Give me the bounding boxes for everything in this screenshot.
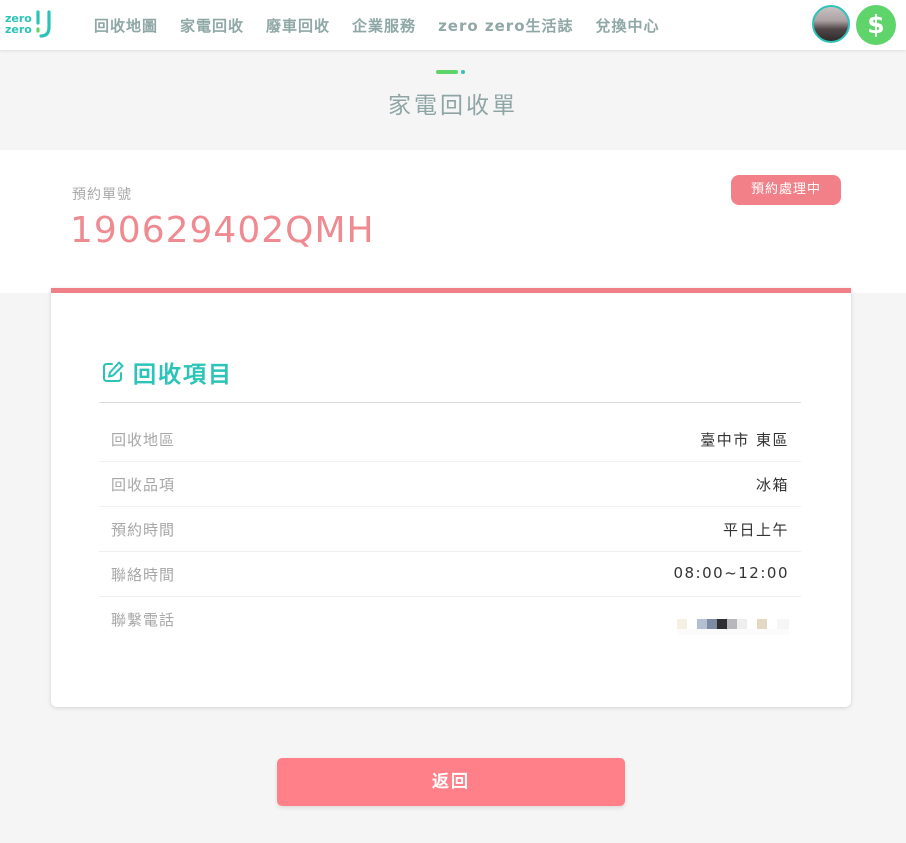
nav-car-recycle[interactable]: 廢車回收 (266, 15, 330, 37)
edit-icon (103, 361, 124, 382)
logo-mark-icon (36, 10, 51, 38)
region-label: 回收地區 (111, 431, 176, 449)
appointment-time-value: 平日上午 (722, 521, 789, 539)
page-title: 家電回收單 (388, 93, 518, 119)
detail-row-contact-time: 聯絡時間 08:00~12:00 (99, 552, 801, 597)
appointment-time-label: 預約時間 (111, 521, 176, 539)
item-value: 冰箱 (755, 476, 789, 494)
phone-label: 聯繫電話 (111, 611, 176, 629)
nav-lifestyle-magazine[interactable]: zero zero生活誌 (438, 15, 573, 37)
top-navbar: zero zero 回收地圖 家電回收 廢車回收 企業服務 zero zero生… (0, 0, 906, 50)
item-label: 回收品項 (111, 476, 176, 494)
section-title: 回收項目 (133, 362, 233, 388)
detail-row-phone: 聯繫電話 (99, 597, 801, 642)
order-number-label: 預約單號 (72, 187, 132, 203)
nav-exchange-center[interactable]: 兌換中心 (596, 15, 660, 37)
user-avatar[interactable] (812, 5, 850, 43)
back-button[interactable]: 返回 (277, 758, 625, 806)
recycle-details-card: 回收項目 回收地區 臺中市 東區 回收品項 冰箱 預約時間 平日上午 聯絡時間 … (51, 288, 851, 707)
nav-enterprise-service[interactable]: 企業服務 (352, 15, 416, 37)
contact-time-label: 聯絡時間 (111, 566, 176, 584)
detail-row-item: 回收品項 冰箱 (99, 462, 801, 507)
nav-appliance-recycle[interactable]: 家電回收 (180, 15, 244, 37)
nav-recycle-map[interactable]: 回收地圖 (94, 15, 158, 37)
region-value: 臺中市 東區 (700, 431, 789, 449)
status-badge: 預約處理中 (731, 175, 841, 205)
section-header: 回收項目 (101, 356, 233, 388)
contact-time-value: 08:00~12:00 (673, 564, 789, 582)
phone-value-redacted (677, 617, 799, 639)
order-number: 190629402QMH (70, 210, 375, 251)
detail-row-region: 回收地區 臺中市 東區 (99, 417, 801, 462)
logo-text-line2: zero (5, 23, 32, 36)
section-divider (99, 402, 801, 403)
title-accent-icon (436, 70, 465, 74)
coin-icon[interactable]: $ (856, 5, 896, 45)
detail-row-appointment-time: 預約時間 平日上午 (99, 507, 801, 552)
main-nav: 回收地圖 家電回收 廢車回收 企業服務 zero zero生活誌 兌換中心 (94, 15, 682, 37)
zero-zero-logo[interactable]: zero zero (4, 9, 56, 41)
